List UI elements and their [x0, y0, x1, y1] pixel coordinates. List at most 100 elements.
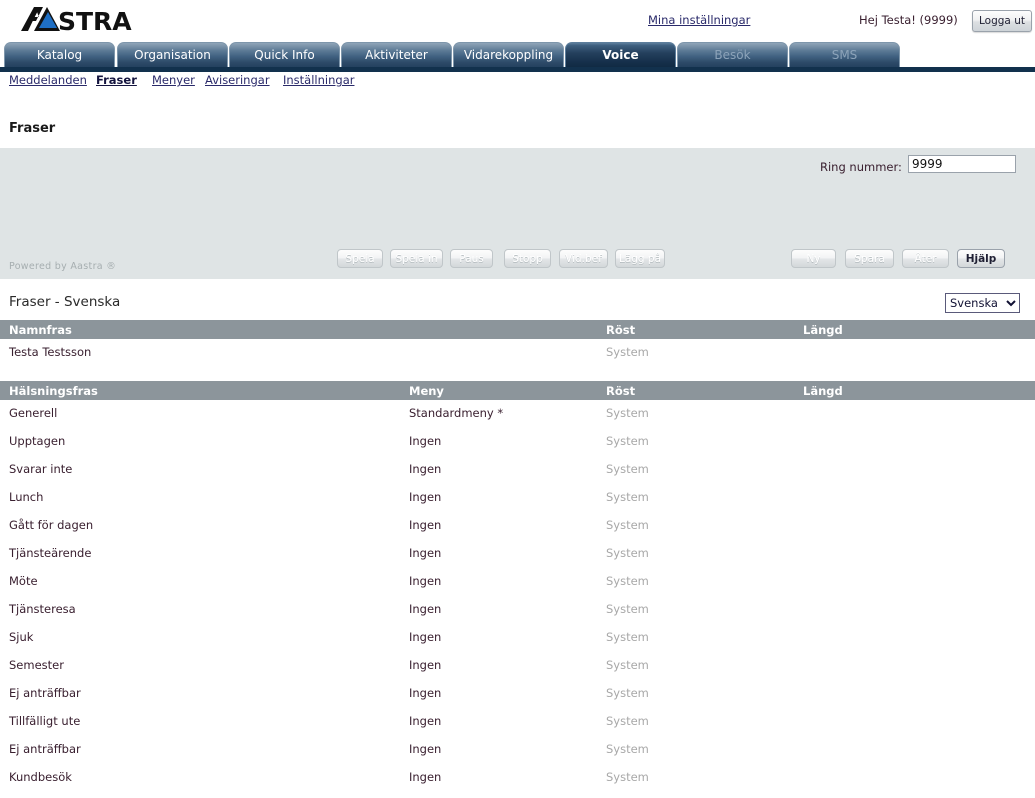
table-row[interactable]: Ej anträffbar Ingen System [0, 686, 1035, 714]
cell-rost: System [606, 686, 649, 700]
tab-vidarekoppling[interactable]: Vidarekoppling [453, 42, 564, 68]
button-vid-bef: Vid.bef [559, 249, 608, 268]
cell-rost: System [606, 630, 649, 644]
subnav-item-inst-llningar[interactable]: Inställningar [283, 73, 354, 87]
table-row[interactable]: Generell Standardmeny * System [0, 406, 1035, 434]
cell-name[interactable]: Svarar inte [9, 462, 72, 476]
button-hj-lp[interactable]: Hjälp [957, 249, 1005, 268]
button-paus: Paus [450, 249, 493, 268]
cell-rost: System [606, 546, 649, 560]
namnfras-table-header-row: Namnfras Röst Längd [0, 320, 1035, 339]
cell-name[interactable]: Generell [9, 406, 57, 420]
table-row[interactable]: Gått för dagen Ingen System [0, 518, 1035, 546]
table-row[interactable]: Semester Ingen System [0, 658, 1035, 686]
section-title: Fraser - Svenska [9, 294, 121, 310]
table-row[interactable]: Kundbesök Ingen System [0, 770, 1035, 798]
column-header-meny: Meny [409, 384, 444, 398]
cell-rost: System [606, 434, 649, 448]
subnav-item-meddelanden[interactable]: Meddelanden [9, 73, 87, 87]
cell-name[interactable]: Ej anträffbar [9, 686, 81, 700]
subnav-item-aviseringar[interactable]: Aviseringar [205, 73, 270, 87]
table-row[interactable]: Sjuk Ingen System [0, 630, 1035, 658]
cell-meny: Standardmeny * [409, 406, 504, 420]
cell-name[interactable]: Tillfälligt ute [9, 714, 80, 728]
tab-quick-info[interactable]: Quick Info [229, 42, 340, 68]
table-row[interactable]: Upptagen Ingen System [0, 434, 1035, 462]
cell-rost: System [606, 345, 649, 359]
ring-number-label: Ring nummer: [820, 160, 902, 174]
cell-meny: Ingen [409, 686, 442, 700]
tab-underline [0, 67, 1035, 72]
cell-rost: System [606, 490, 649, 504]
cell-rost: System [606, 742, 649, 756]
table-row[interactable]: Möte Ingen System [0, 574, 1035, 602]
cell-name[interactable]: Upptagen [9, 434, 65, 448]
cell-meny: Ingen [409, 770, 442, 784]
table-row[interactable]: Tillfälligt ute Ingen System [0, 714, 1035, 742]
column-header-rost: Röst [606, 384, 636, 398]
cell-meny: Ingen [409, 574, 442, 588]
cell-meny: Ingen [409, 742, 442, 756]
column-header-name: Namnfras [9, 323, 72, 337]
svg-text:STRA: STRA [58, 7, 132, 32]
tab-bes-k: Besök [677, 42, 788, 68]
table-row[interactable]: Svarar inte Ingen System [0, 462, 1035, 490]
cell-name[interactable]: Lunch [9, 490, 43, 504]
tab-organisation[interactable]: Organisation [117, 42, 228, 68]
cell-rost: System [606, 658, 649, 672]
sub-navigation: Meddelanden Fraser Menyer Aviseringar Instäl… [0, 73, 1035, 91]
cell-name[interactable]: Ej anträffbar [9, 742, 81, 756]
cell-name[interactable]: Semester [9, 658, 64, 672]
cell-meny: Ingen [409, 546, 442, 560]
cell-meny: Ingen [409, 490, 442, 504]
tab-aktiviteter[interactable]: Aktiviteter [341, 42, 452, 68]
column-header-langd: Längd [803, 384, 843, 398]
cell-name[interactable]: Kundbesök [9, 770, 72, 784]
column-header-langd: Längd [803, 323, 843, 337]
cell-meny: Ingen [409, 434, 442, 448]
table-row[interactable]: Tjänsteresa Ingen System [0, 602, 1035, 630]
subnav-item-fraser[interactable]: Fraser [96, 73, 137, 87]
cell-name[interactable]: Möte [9, 574, 38, 588]
ring-number-input[interactable] [908, 155, 1016, 173]
logout-button[interactable]: Logga ut [972, 10, 1032, 32]
column-header-rost: Röst [606, 323, 636, 337]
mina-installningar-link[interactable]: Mina inställningar [648, 13, 750, 27]
cell-rost: System [606, 770, 649, 784]
cell-name[interactable]: Sjuk [9, 630, 33, 644]
cell-rost: System [606, 462, 649, 476]
cell-name[interactable]: Tjänsteresa [9, 602, 76, 616]
tab-sms: SMS [789, 42, 900, 68]
cell-name[interactable]: Testa Testsson [9, 345, 91, 359]
page-title: Fraser [9, 121, 56, 136]
button-spela: Spela [337, 249, 383, 268]
table-row[interactable]: Testa Testsson System [0, 345, 1035, 373]
button-spela-in: Spela in [390, 249, 443, 268]
column-header-name: Hälsningsfras [9, 384, 98, 398]
cell-name[interactable]: Gått för dagen [9, 518, 93, 532]
subnav-item-menyer[interactable]: Menyer [152, 73, 195, 87]
user-greeting: Hej Testa! (9999) [859, 13, 958, 27]
main-tab-bar: Katalog Organisation Quick Info Aktiviteter… [0, 42, 1035, 69]
halsningsfras-table-header-row: Hälsningsfras Meny Röst Längd [0, 381, 1035, 400]
tab-voice[interactable]: Voice [565, 42, 676, 68]
cell-rost: System [606, 406, 649, 420]
table-row[interactable]: Tjänsteärende Ingen System [0, 546, 1035, 574]
top-header: STRA Mina inställningar Hej Testa! (9999… [0, 0, 1035, 40]
button-spara: Spara [845, 249, 894, 268]
cell-rost: System [606, 714, 649, 728]
powered-by-text: Powered by Aastra ® [9, 261, 117, 272]
cell-meny: Ingen [409, 462, 442, 476]
table-row[interactable]: Ej anträffbar Ingen System [0, 742, 1035, 770]
language-select[interactable]: Svenska [945, 293, 1020, 313]
tab-katalog[interactable]: Katalog [4, 42, 115, 68]
cell-name[interactable]: Tjänsteärende [9, 546, 91, 560]
cell-rost: System [606, 602, 649, 616]
table-row[interactable]: Lunch Ingen System [0, 490, 1035, 518]
cell-meny: Ingen [409, 630, 442, 644]
aastra-logo: STRA [21, 6, 153, 32]
cell-meny: Ingen [409, 658, 442, 672]
button-stopp: Stopp [504, 249, 551, 268]
button--ter: Åter [902, 249, 949, 268]
cell-meny: Ingen [409, 518, 442, 532]
